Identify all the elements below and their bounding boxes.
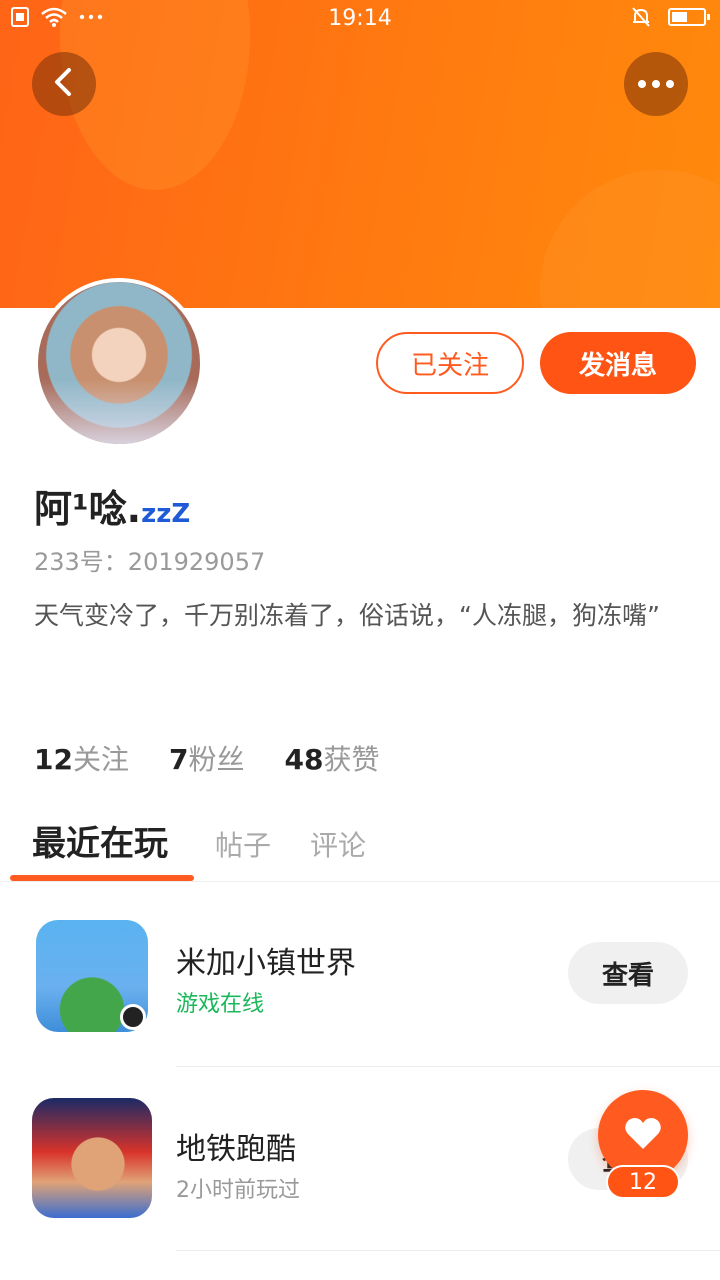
nickname-suffix: zzZ bbox=[141, 499, 191, 529]
status-time: 19:14 bbox=[328, 6, 392, 31]
recording-badge-icon bbox=[120, 1004, 146, 1030]
game-icon-subway-surfers bbox=[32, 1098, 152, 1218]
like-count-badge: 12 bbox=[606, 1165, 680, 1199]
heart-icon bbox=[623, 1115, 663, 1155]
battery-icon bbox=[668, 8, 710, 26]
status-bar: 19:14 bbox=[0, 0, 720, 40]
stat-fans[interactable]: 7粉丝 bbox=[169, 738, 245, 778]
list-divider bbox=[176, 1066, 720, 1067]
profile-screen: 19:14 已关注 发消息 阿¹唸.zzZ 233号：201929057 天气变… bbox=[0, 0, 720, 1280]
send-message-button[interactable]: 发消息 bbox=[540, 332, 696, 394]
more-dots-icon bbox=[638, 80, 674, 88]
game-status: 2小时前玩过 bbox=[176, 1178, 300, 1203]
profile-tabs: 最近在玩 帖子 评论 bbox=[0, 812, 720, 882]
game-status: 游戏在线 bbox=[176, 992, 265, 1017]
stat-likes[interactable]: 48获赞 bbox=[284, 738, 379, 778]
banner-decoration bbox=[540, 170, 720, 308]
game-name: 米加小镇世界 bbox=[176, 946, 356, 981]
bio: 天气变冷了，千万别冻着了，俗话说，“人冻腿，狗冻嘴” bbox=[34, 601, 660, 630]
stat-following[interactable]: 12关注 bbox=[34, 738, 129, 778]
tab-comments[interactable]: 评论 bbox=[310, 824, 366, 864]
back-button[interactable] bbox=[32, 52, 96, 116]
followed-button[interactable]: 已关注 bbox=[376, 332, 524, 394]
user-id: 233号：201929057 bbox=[34, 548, 266, 576]
nickname: 阿¹唸.zzZ bbox=[34, 478, 190, 533]
nickname-main: 阿¹唸. bbox=[34, 487, 142, 531]
tab-recently-played[interactable]: 最近在玩 bbox=[32, 816, 168, 865]
stats-row: 12关注 7粉丝 48获赞 bbox=[34, 738, 379, 778]
more-options-button[interactable] bbox=[624, 52, 688, 116]
view-game-button[interactable]: 查看 bbox=[568, 942, 688, 1004]
avatar[interactable] bbox=[34, 278, 204, 448]
list-divider bbox=[176, 1250, 720, 1251]
game-name: 地铁跑酷 bbox=[176, 1132, 296, 1167]
header-banner bbox=[0, 0, 720, 308]
active-tab-indicator bbox=[10, 875, 194, 881]
game-item[interactable]: 米加小镇世界 游戏在线 查看 bbox=[0, 906, 720, 1066]
mute-bell-icon bbox=[630, 6, 652, 28]
tab-posts[interactable]: 帖子 bbox=[215, 824, 271, 864]
chevron-left-icon bbox=[51, 66, 77, 102]
